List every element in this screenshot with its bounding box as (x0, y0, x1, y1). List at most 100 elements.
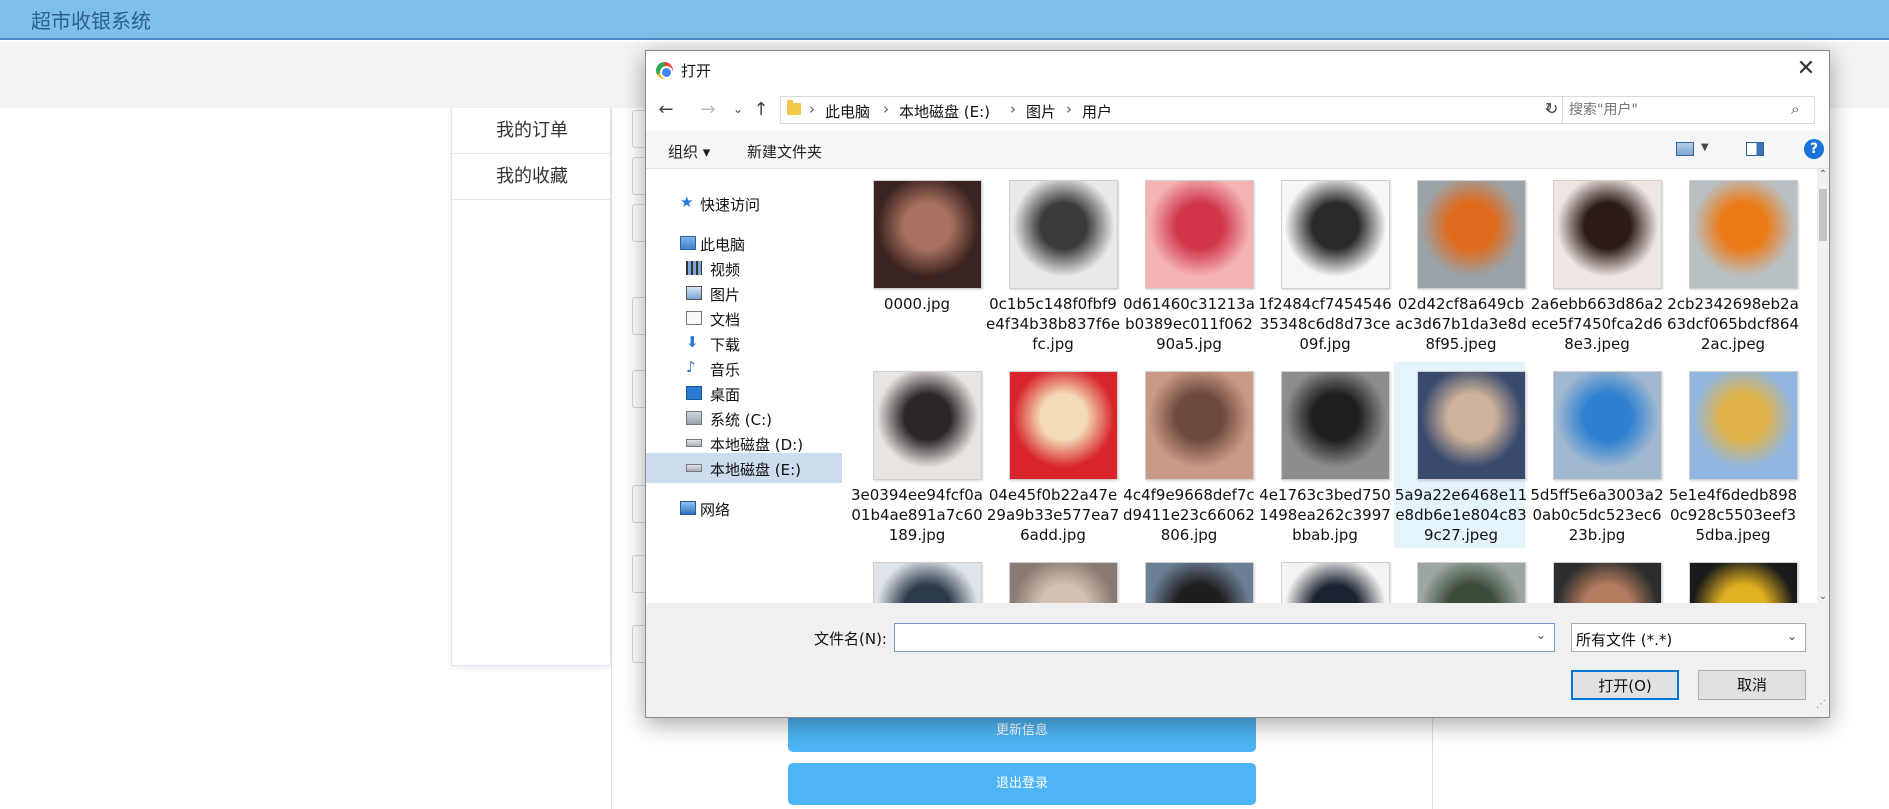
open-button[interactable]: 打开(O) (1571, 670, 1679, 700)
file-item[interactable] (1394, 553, 1526, 603)
file-name: 4c4f9e9668def7cd9411e23c66062806.jpg (1123, 486, 1255, 544)
view-mode-dropdown-icon[interactable]: ▼ (1701, 142, 1709, 153)
close-button[interactable]: ✕ (1788, 53, 1824, 87)
file-thumbnail (1009, 371, 1118, 480)
breadcrumb-users[interactable]: 用户 (1082, 101, 1112, 122)
file-name: 04e45f0b22a47e29a9b33e577ea76add.jpg (986, 486, 1120, 544)
search-icon[interactable]: ⌕ (1791, 100, 1799, 118)
back-arrow-icon[interactable]: ← (654, 99, 678, 120)
file-item[interactable]: 3e0394ee94fcf0a01b4ae891a7c60189.jpg (850, 362, 984, 548)
file-item[interactable] (850, 553, 982, 603)
scroll-down-icon[interactable]: ⌄ (1818, 591, 1828, 602)
nav-item-label: 图片 (710, 286, 741, 304)
search-box[interactable]: ⌕ (1562, 96, 1815, 124)
file-item[interactable]: 1f2484cf745454635348c6d8d73ce09f.jpg (1258, 171, 1392, 357)
system-drive-icon (686, 411, 702, 425)
file-item[interactable]: 0d61460c31213ab0389ec011f06290a5.jpg (1122, 171, 1255, 357)
side-menu-item-orders[interactable]: 我的订单 (452, 108, 611, 154)
file-item[interactable]: 0000.jpg (850, 171, 982, 357)
resize-grip-icon[interactable]: ⋰ (1816, 699, 1826, 710)
file-thumbnail (873, 180, 982, 289)
form-input[interactable] (632, 110, 646, 148)
documents-icon (686, 311, 702, 325)
breadcrumb-this-pc[interactable]: 此电脑 (825, 101, 870, 122)
form-input[interactable] (632, 204, 646, 242)
view-mode-icon[interactable] (1676, 142, 1694, 156)
file-thumbnail (873, 562, 982, 603)
breadcrumb-separator: › (883, 100, 889, 118)
scrollbar-thumb[interactable] (1819, 189, 1827, 241)
form-input[interactable] (632, 485, 646, 523)
file-item[interactable] (1122, 553, 1254, 603)
file-name: 5d5ff5e6a3003a20ab0c5dc523ec623b.jpg (1530, 486, 1664, 544)
nav-item[interactable]: 网络 (646, 493, 842, 523)
organize-button[interactable]: 组织 ▾ (668, 141, 710, 162)
up-arrow-icon[interactable]: ↑ (749, 99, 773, 120)
file-list: 0000.jpg 0c1b5c148f0fbf9e4f34b38b837f6efc… (842, 169, 1817, 603)
file-item[interactable]: 0c1b5c148f0fbf9e4f34b38b837f6efc.jpg (986, 171, 1120, 357)
nav-item-label: 此电脑 (700, 236, 746, 254)
file-item[interactable]: 5a9a22e6468e11e8db6e1e804c839c27.jpeg (1394, 362, 1527, 548)
logout-button[interactable]: 退出登录 (788, 763, 1256, 805)
content-border-left (611, 108, 612, 809)
help-icon[interactable]: ? (1804, 139, 1824, 159)
file-item[interactable]: 02d42cf8a649cbac3d67b1da3e8d8f95.jpeg (1394, 171, 1527, 357)
file-item[interactable]: 4c4f9e9668def7cd9411e23c66062806.jpg (1122, 362, 1255, 548)
recent-locations-chevron-icon[interactable]: ⌄ (726, 102, 750, 116)
chrome-icon (656, 62, 673, 79)
form-input[interactable] (632, 297, 646, 335)
nav-item-label: 文档 (710, 311, 741, 329)
file-type-dropdown-icon: ⌄ (1787, 629, 1798, 643)
file-name: 3e0394ee94fcf0a01b4ae891a7c60189.jpg (850, 486, 984, 544)
form-input[interactable] (632, 625, 646, 663)
file-name: 2a6ebb663d86a2ece5f7450fca2d68e3.jpeg (1530, 295, 1664, 353)
breadcrumb-separator: › (1066, 100, 1072, 118)
download-icon: ⬇ (686, 333, 699, 351)
file-thumbnail (873, 371, 982, 480)
file-name: 0d61460c31213ab0389ec011f06290a5.jpg (1123, 295, 1255, 353)
refresh-icon[interactable]: ↻ (1545, 99, 1558, 118)
file-thumbnail (1689, 562, 1798, 603)
nav-item-label: 下载 (710, 336, 741, 354)
breadcrumb-drive-e[interactable]: 本地磁盘 (E:) (899, 101, 990, 122)
preview-pane-icon[interactable] (1746, 142, 1764, 156)
file-thumbnail (1689, 371, 1798, 480)
file-item[interactable] (1258, 553, 1390, 603)
side-menu: 我的订单 我的收藏 (451, 108, 611, 666)
nav-item[interactable]: ★ 快速访问 (646, 188, 842, 218)
file-item[interactable] (1530, 553, 1662, 603)
search-input[interactable] (1569, 100, 1779, 120)
dialog-titlebar: 打开 ✕ (646, 51, 1829, 89)
file-item[interactable]: 04e45f0b22a47e29a9b33e577ea76add.jpg (986, 362, 1120, 548)
file-type-select[interactable]: 所有文件 (*.*) ⌄ (1571, 623, 1806, 652)
cancel-button[interactable]: 取消 (1698, 670, 1806, 700)
form-input[interactable] (632, 370, 646, 408)
pictures-icon (686, 286, 702, 300)
file-item[interactable]: 4e1763c3bed7501498ea262c3997bbab.jpg (1258, 362, 1391, 548)
file-item[interactable]: 2cb2342698eb2a63dcf065bdcf8642ac.jpeg (1666, 171, 1799, 357)
nav-item-label: 桌面 (710, 386, 741, 404)
breadcrumb-pictures[interactable]: 图片 (1026, 101, 1056, 122)
file-thumbnail (1145, 562, 1254, 603)
address-bar[interactable]: › 此电脑 › 本地磁盘 (E:) › 图片 › 用户 ⌄ ↻ (780, 96, 1568, 124)
side-menu-item-favorites[interactable]: 我的收藏 (452, 154, 611, 200)
new-folder-button[interactable]: 新建文件夹 (747, 141, 822, 162)
scroll-up-icon[interactable]: ⌃ (1818, 169, 1828, 180)
breadcrumb-separator: › (1010, 100, 1016, 118)
file-thumbnail (1281, 371, 1390, 480)
file-item[interactable]: 2a6ebb663d86a2ece5f7450fca2d68e3.jpeg (1530, 171, 1664, 357)
drive-icon (686, 439, 702, 447)
file-item[interactable] (986, 553, 1118, 603)
form-input[interactable] (632, 555, 646, 593)
file-item[interactable] (1666, 553, 1798, 603)
file-item[interactable]: 5e1e4f6dedb8980c928c5503eef35dba.jpeg (1666, 362, 1798, 548)
filename-input[interactable]: ⌄ (894, 623, 1555, 652)
breadcrumb-separator: › (809, 100, 815, 118)
filename-dropdown-icon[interactable]: ⌄ (1536, 628, 1546, 642)
form-input[interactable] (632, 157, 646, 195)
file-item[interactable]: 5d5ff5e6a3003a20ab0c5dc523ec623b.jpg (1530, 362, 1664, 548)
nav-item-label: 系统 (C:) (710, 411, 772, 429)
nav-item[interactable]: 本地磁盘 (E:) (646, 453, 842, 483)
forward-arrow-icon[interactable]: → (696, 99, 720, 120)
nav-item-label: 网络 (700, 501, 731, 519)
